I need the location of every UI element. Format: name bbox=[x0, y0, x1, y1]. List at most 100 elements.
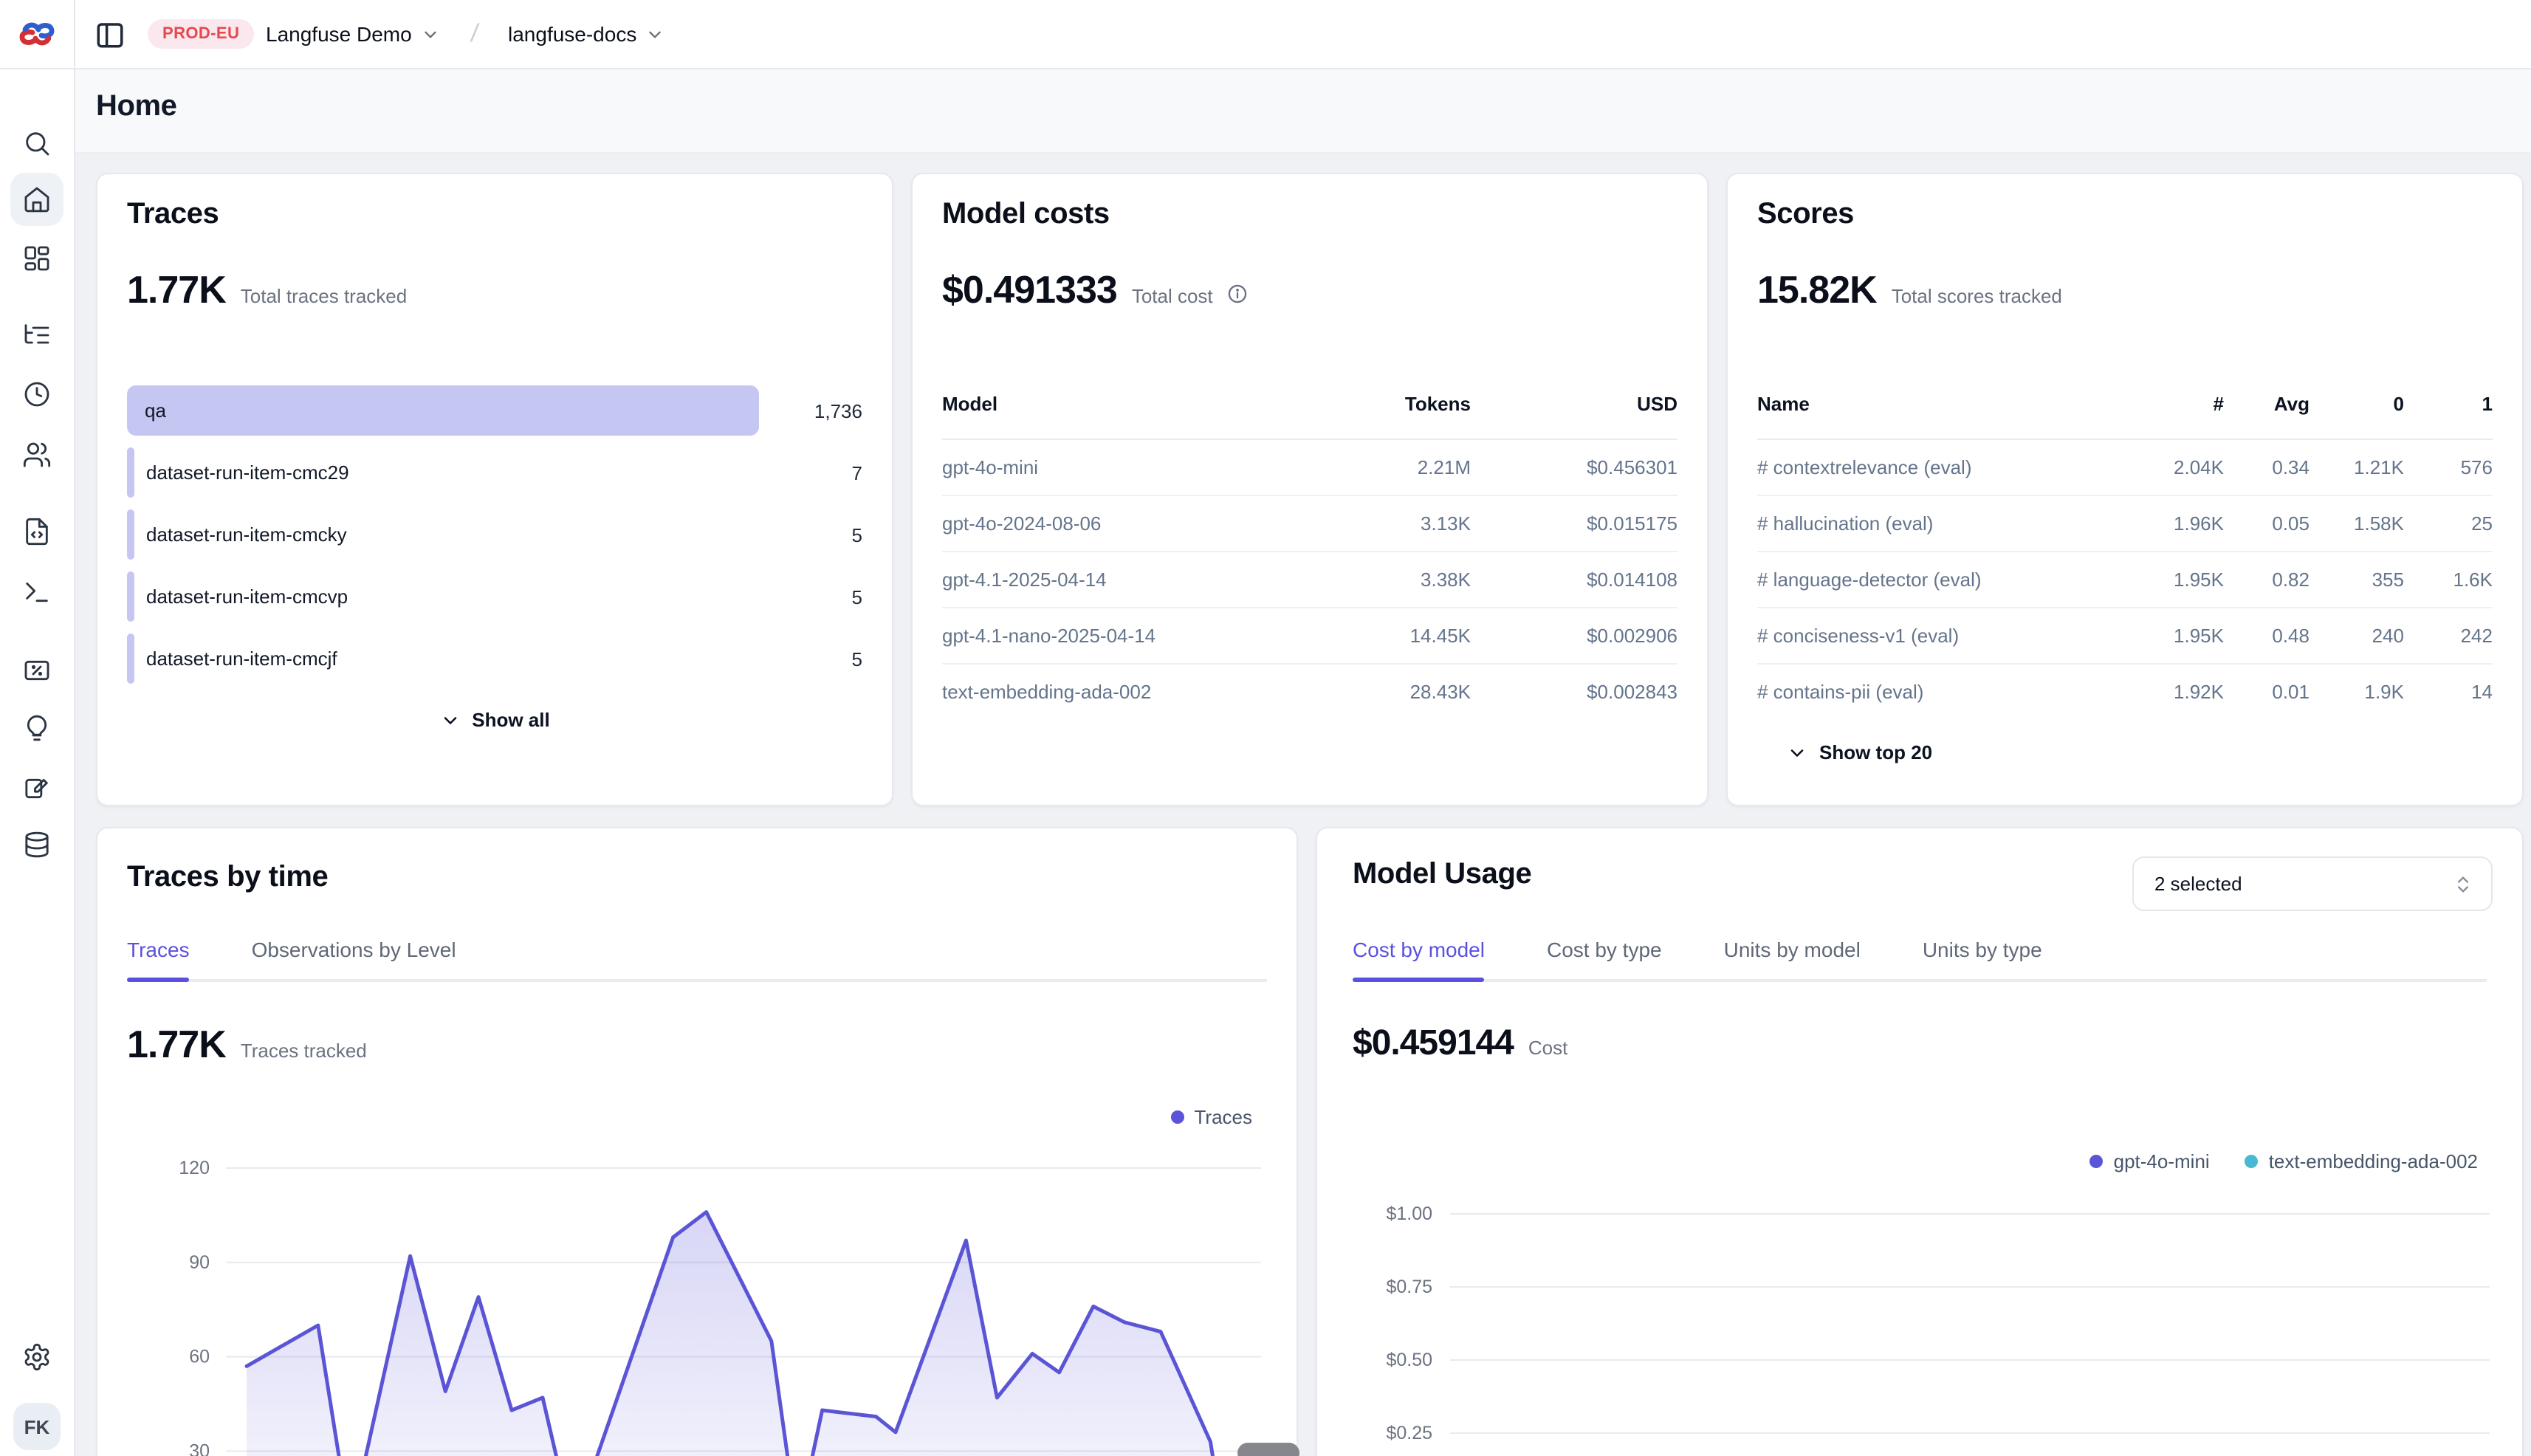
sidebar-item-sessions[interactable] bbox=[10, 368, 63, 421]
trace-value: 7 bbox=[759, 461, 862, 484]
show-top-20-button[interactable]: Show top 20 bbox=[1778, 740, 1941, 765]
sidebar-item-search[interactable] bbox=[10, 117, 63, 170]
legend-item-traces[interactable]: Traces bbox=[1171, 1106, 1253, 1128]
trace-bar[interactable] bbox=[127, 385, 759, 436]
sidebar-item-insights[interactable] bbox=[10, 701, 63, 755]
table-cell: text-embedding-ada-002 bbox=[942, 681, 1308, 703]
model-cost-row: gpt-4o-mini2.21M$0.456301 bbox=[942, 440, 1677, 496]
sidebar-item-tracing[interactable] bbox=[10, 309, 63, 362]
trace-row: dataset-run-item-cmcky5 bbox=[127, 509, 862, 560]
trace-label: qa bbox=[145, 399, 166, 422]
table-cell: 0.05 bbox=[2224, 512, 2310, 535]
sidebar-item-users[interactable] bbox=[10, 428, 63, 481]
table-cell: 1.96K bbox=[2126, 512, 2224, 535]
datasets-icon bbox=[22, 830, 52, 859]
chevrons-up-down-icon bbox=[2453, 873, 2473, 894]
table-cell: 242 bbox=[2404, 625, 2493, 647]
trace-bar[interactable] bbox=[127, 447, 134, 498]
table-cell: $0.002906 bbox=[1471, 625, 1677, 647]
legend-dot-icon bbox=[1171, 1110, 1184, 1124]
traces-by-time-tabs: Traces Observations by Level bbox=[127, 938, 1267, 982]
legend-label: text-embedding-ada-002 bbox=[2269, 1150, 2478, 1172]
model-costs-title: Model costs bbox=[942, 198, 1677, 232]
score-row: # contextrelevance (eval)2.04K0.341.21K5… bbox=[1757, 440, 2493, 496]
sidebar-item-prompts[interactable] bbox=[10, 505, 63, 558]
tracing-icon bbox=[22, 320, 52, 350]
search-icon bbox=[22, 128, 52, 158]
trace-bar[interactable] bbox=[127, 571, 134, 622]
table-cell: 1.6K bbox=[2404, 569, 2493, 591]
sidebar-item-annotation[interactable] bbox=[10, 762, 63, 815]
info-icon[interactable] bbox=[1228, 284, 1249, 304]
tab-traces[interactable]: Traces bbox=[127, 938, 190, 979]
svg-text:$0.75: $0.75 bbox=[1386, 1277, 1432, 1297]
sidebar-item-settings[interactable] bbox=[10, 1330, 63, 1384]
project-selector[interactable]: langfuse-docs bbox=[508, 22, 664, 46]
user-avatar[interactable]: FK bbox=[13, 1403, 61, 1450]
tab-cost-by-type[interactable]: Cost by type bbox=[1547, 938, 1662, 979]
dashboards-icon bbox=[22, 244, 52, 273]
svg-text:120: 120 bbox=[179, 1158, 210, 1178]
trace-bar-area: dataset-run-item-cmcvp bbox=[127, 571, 759, 622]
table-cell: gpt-4o-2024-08-06 bbox=[942, 512, 1308, 535]
page-header: Home bbox=[74, 68, 2531, 154]
traces-chart-legend: Traces bbox=[1171, 1106, 1253, 1128]
table-cell: # contains-pii (eval) bbox=[1757, 681, 2126, 703]
sidebar-item-playground[interactable] bbox=[10, 566, 63, 619]
table-cell: 3.38K bbox=[1308, 569, 1471, 591]
chevron-down-icon bbox=[439, 710, 460, 730]
org-selector[interactable]: Langfuse Demo bbox=[266, 22, 440, 46]
model-usage-tabs: Cost by model Cost by type Units by model U… bbox=[1353, 938, 2487, 982]
playground-icon bbox=[22, 577, 52, 607]
legend-item-text-embedding-ada-002[interactable]: text-embedding-ada-002 bbox=[2245, 1150, 2478, 1172]
insights-icon bbox=[22, 713, 52, 743]
tab-units-by-type[interactable]: Units by type bbox=[1923, 938, 2042, 979]
project-name: langfuse-docs bbox=[508, 22, 636, 46]
table-cell: 0.34 bbox=[2224, 456, 2310, 478]
sidebar-item-datasets[interactable] bbox=[10, 818, 63, 871]
sidebar: FK bbox=[0, 68, 75, 1456]
tab-units-by-model[interactable]: Units by model bbox=[1724, 938, 1861, 979]
scores-card: Scores 15.82K Total scores tracked Name#… bbox=[1726, 173, 2524, 806]
table-cell: 2.04K bbox=[2126, 456, 2224, 478]
table-cell: 28.43K bbox=[1308, 681, 1471, 703]
app-root: PROD-EU Langfuse Demo / langfuse-docs FK… bbox=[0, 0, 2531, 1456]
legend-item-gpt-4o-mini[interactable]: gpt-4o-mini bbox=[2090, 1150, 2210, 1172]
trace-bar-area: dataset-run-item-cmc29 bbox=[127, 447, 759, 498]
sidebar-toggle-button[interactable] bbox=[95, 18, 126, 49]
sidebar-item-dashboards[interactable] bbox=[10, 232, 63, 285]
trace-label: dataset-run-item-cmcjf bbox=[146, 648, 337, 670]
traces-tracked-label: Traces tracked bbox=[241, 1040, 367, 1062]
model-usage-card: Model Usage 2 selected Cost by modelCost… bbox=[1316, 827, 2524, 1456]
trace-bar[interactable] bbox=[127, 633, 134, 684]
table-cell: gpt-4.1-2025-04-14 bbox=[942, 569, 1308, 591]
horizontal-scrollbar-thumb[interactable] bbox=[1237, 1443, 1299, 1456]
tab-cost-by-model[interactable]: Cost by model bbox=[1353, 938, 1485, 979]
sidebar-item-evaluation[interactable] bbox=[10, 644, 63, 697]
sessions-icon bbox=[22, 380, 52, 409]
table-cell: # contextrelevance (eval) bbox=[1757, 456, 2126, 478]
show-all-button[interactable]: Show all bbox=[430, 707, 558, 732]
environment-badge: PROD-EU bbox=[148, 19, 254, 49]
traces-metric-label: Total traces tracked bbox=[241, 285, 407, 307]
trace-bar[interactable] bbox=[127, 509, 134, 560]
sidebar-item-home[interactable] bbox=[10, 173, 63, 226]
prompts-icon bbox=[22, 517, 52, 546]
tab-observations-by-level[interactable]: Observations by Level bbox=[252, 938, 456, 979]
model-costs-metric: $0.491333 bbox=[942, 267, 1117, 313]
column-header: Tokens bbox=[1308, 393, 1471, 415]
table-header: Name#Avg01 bbox=[1757, 381, 2493, 439]
score-row: # language-detector (eval)1.95K0.823551.… bbox=[1757, 552, 2493, 608]
trace-label: dataset-run-item-cmcky bbox=[146, 523, 347, 546]
traces-area-chart: 120906030 bbox=[127, 1139, 1276, 1456]
trace-row: dataset-run-item-cmcvp5 bbox=[127, 571, 862, 622]
traces-card: Traces 1.77K Total traces tracked qa1,73… bbox=[96, 173, 893, 806]
table-cell: gpt-4.1-nano-2025-04-14 bbox=[942, 625, 1308, 647]
column-header: Name bbox=[1757, 393, 2126, 415]
table-cell: $0.456301 bbox=[1471, 456, 1677, 478]
trace-bar-area: dataset-run-item-cmcky bbox=[127, 509, 759, 560]
table-cell: 240 bbox=[2310, 625, 2404, 647]
table-cell: 0.48 bbox=[2224, 625, 2310, 647]
model-select[interactable]: 2 selected bbox=[2132, 856, 2493, 911]
page-title: Home bbox=[96, 90, 177, 124]
